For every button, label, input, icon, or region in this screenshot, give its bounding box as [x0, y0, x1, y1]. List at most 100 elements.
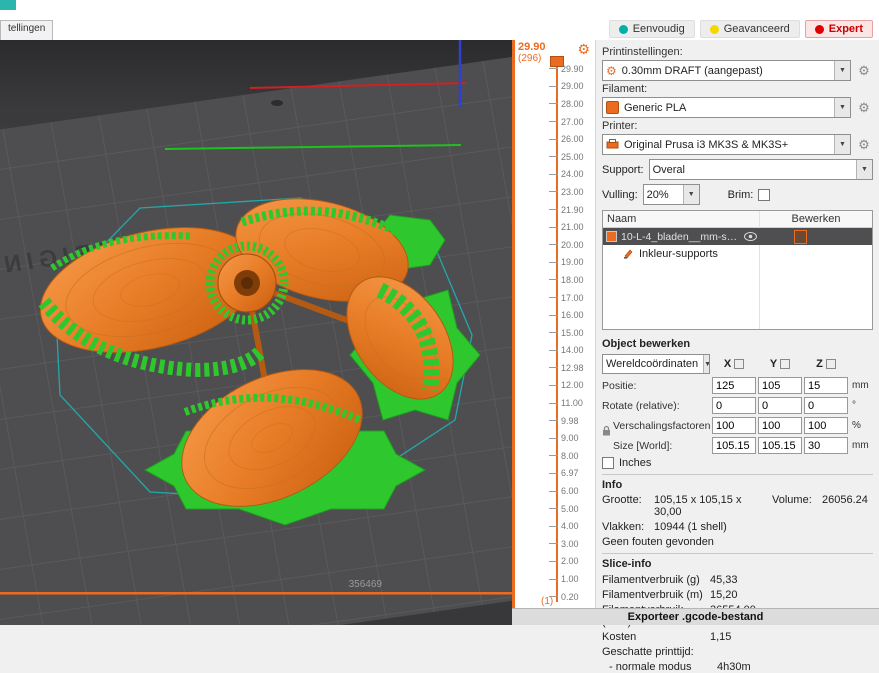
- layer-ruler[interactable]: 29.90 29.00 28.00 27.00 26.00 25.00 24.0…: [515, 40, 595, 608]
- print-settings-gear-button[interactable]: ⚙: [855, 62, 873, 80]
- export-gcode-button[interactable]: Exporteer .gcode-bestand: [512, 608, 879, 625]
- tick-mark: [549, 156, 558, 157]
- tick-label: 14.00: [561, 345, 584, 355]
- tick-label: 29.90: [561, 64, 584, 74]
- axis-x-icon[interactable]: [734, 359, 744, 369]
- tick-label: 20.00: [561, 240, 584, 250]
- tick-mark: [549, 121, 558, 122]
- transform-z-input[interactable]: [804, 417, 848, 434]
- simple-mode-dot-icon: [619, 25, 628, 34]
- bed-screw-hole: [271, 100, 283, 106]
- slider-tick: 6.00: [515, 482, 595, 500]
- support-combo[interactable]: Overal ▼: [649, 159, 873, 180]
- combo-dropdown-arrow-icon: ▼: [834, 135, 850, 154]
- tick-label: 1.00: [561, 574, 579, 584]
- transform-z-input[interactable]: [804, 437, 848, 454]
- transform-y-input[interactable]: [758, 377, 802, 394]
- errors-status: Geen fouten gevonden: [602, 536, 714, 548]
- combo-dropdown-arrow-icon: ▼: [856, 160, 872, 179]
- slider-tick: 11.00: [515, 394, 595, 412]
- slider-tick: 21.90: [515, 201, 595, 219]
- transform-row-label: Positie:: [602, 380, 710, 392]
- object-list-header: Naam Bewerken: [603, 211, 872, 228]
- tick-mark: [549, 297, 558, 298]
- tick-label: 25.00: [561, 152, 584, 162]
- transform-y-input[interactable]: [758, 397, 802, 414]
- uniform-scale-lock-icon[interactable]: [602, 425, 611, 436]
- brim-label: Brim:: [728, 189, 754, 201]
- tick-label: 28.00: [561, 99, 584, 109]
- top-bar: tellingen Eenvoudig Geavanceerd Expert: [0, 0, 879, 40]
- transform-y-input[interactable]: [758, 437, 802, 454]
- transform-x-input[interactable]: [712, 397, 756, 414]
- filament-gear-button[interactable]: ⚙: [855, 99, 873, 117]
- transform-row: Positie: mm: [602, 377, 873, 394]
- mode-button-expert[interactable]: Expert: [805, 20, 873, 38]
- transform-z-input[interactable]: [804, 377, 848, 394]
- print-time-label: Geschatte printtijd:: [602, 646, 694, 658]
- mode-button-eenvoudig[interactable]: Eenvoudig: [609, 20, 695, 38]
- tick-mark: [549, 491, 558, 492]
- slice-info-value: 15,20: [710, 589, 738, 601]
- tick-mark: [549, 209, 558, 210]
- tick-label: 2.00: [561, 556, 579, 566]
- print-settings-combo[interactable]: ⚙ 0.30mm DRAFT (aangepast) ▼: [602, 60, 851, 81]
- slider-bottom-layer: (1): [541, 596, 553, 607]
- filament-combo[interactable]: Generic PLA ▼: [602, 97, 851, 118]
- tick-mark: [549, 579, 558, 580]
- tick-mark: [549, 103, 558, 104]
- printer-gear-button[interactable]: ⚙: [855, 136, 873, 154]
- slice-info-label: Kosten: [602, 631, 710, 643]
- print-preset-value: 0.30mm DRAFT (aangepast): [622, 65, 763, 77]
- transform-x-input[interactable]: [712, 437, 756, 454]
- printer-combo[interactable]: Original Prusa i3 MK3S & MK3S+ ▼: [602, 134, 851, 155]
- slider-tick: 1.00: [515, 570, 595, 588]
- tick-mark: [549, 227, 558, 228]
- filament-value: Generic PLA: [624, 102, 686, 114]
- object-row-selected[interactable]: 10-L-4_bladen__mm-schroef.stl: [603, 228, 872, 245]
- axis-z-icon[interactable]: [826, 359, 836, 369]
- horizontal-move-slider[interactable]: [0, 592, 512, 595]
- transform-row-label: Size [World]:: [602, 440, 710, 452]
- volume-value: 26056.24: [822, 494, 868, 518]
- tick-mark: [549, 139, 558, 140]
- transform-z-input[interactable]: [804, 397, 848, 414]
- facets-label: Vlakken:: [602, 521, 654, 533]
- slider-tick: 9.00: [515, 429, 595, 447]
- transform-x-input[interactable]: [712, 417, 756, 434]
- tab-printinstellingen[interactable]: tellingen: [0, 20, 53, 40]
- transform-x-input[interactable]: [712, 377, 756, 394]
- slider-tick: 4.00: [515, 517, 595, 535]
- filament-color-icon: [606, 101, 619, 114]
- tick-mark: [549, 543, 558, 544]
- brim-checkbox[interactable]: [758, 189, 770, 201]
- coordinate-system-combo[interactable]: Wereldcoördinaten ▼: [602, 354, 710, 374]
- axis-y-icon[interactable]: [780, 359, 790, 369]
- coordinate-system-value: Wereldcoördinaten: [606, 358, 698, 370]
- tick-mark: [549, 561, 558, 562]
- column-header-bewerken: Bewerken: [760, 213, 872, 225]
- visibility-eye-icon[interactable]: [744, 232, 757, 241]
- slider-tick: 28.00: [515, 95, 595, 113]
- slice-info-label: Filamentverbruik (m): [602, 589, 710, 601]
- 3d-viewport[interactable]: ORIGINAL: [0, 40, 512, 625]
- tick-label: 19.00: [561, 257, 584, 267]
- inches-checkbox[interactable]: [602, 457, 614, 469]
- mode-button-geavanceerd[interactable]: Geavanceerd: [700, 20, 800, 38]
- tick-label: 29.00: [561, 81, 584, 91]
- support-label: Support:: [602, 164, 644, 176]
- edit-object-icon[interactable]: [794, 230, 807, 244]
- slider-tick: 2.00: [515, 553, 595, 571]
- move-count: 356469: [349, 579, 383, 590]
- transform-y-input[interactable]: [758, 417, 802, 434]
- object-row-paint-supports[interactable]: Inkleur-supports: [603, 245, 872, 262]
- expert-mode-dot-icon: [815, 25, 824, 34]
- slider-tick: 26.00: [515, 130, 595, 148]
- tick-mark: [549, 68, 558, 69]
- transform-row: Verschalingsfactoren: %: [602, 417, 873, 434]
- tick-mark: [549, 455, 558, 456]
- slice-info-row: Kosten 1,15: [602, 631, 873, 643]
- tick-mark: [549, 350, 558, 351]
- tick-label: 8.00: [561, 451, 579, 461]
- infill-combo[interactable]: 20% ▼: [643, 184, 700, 205]
